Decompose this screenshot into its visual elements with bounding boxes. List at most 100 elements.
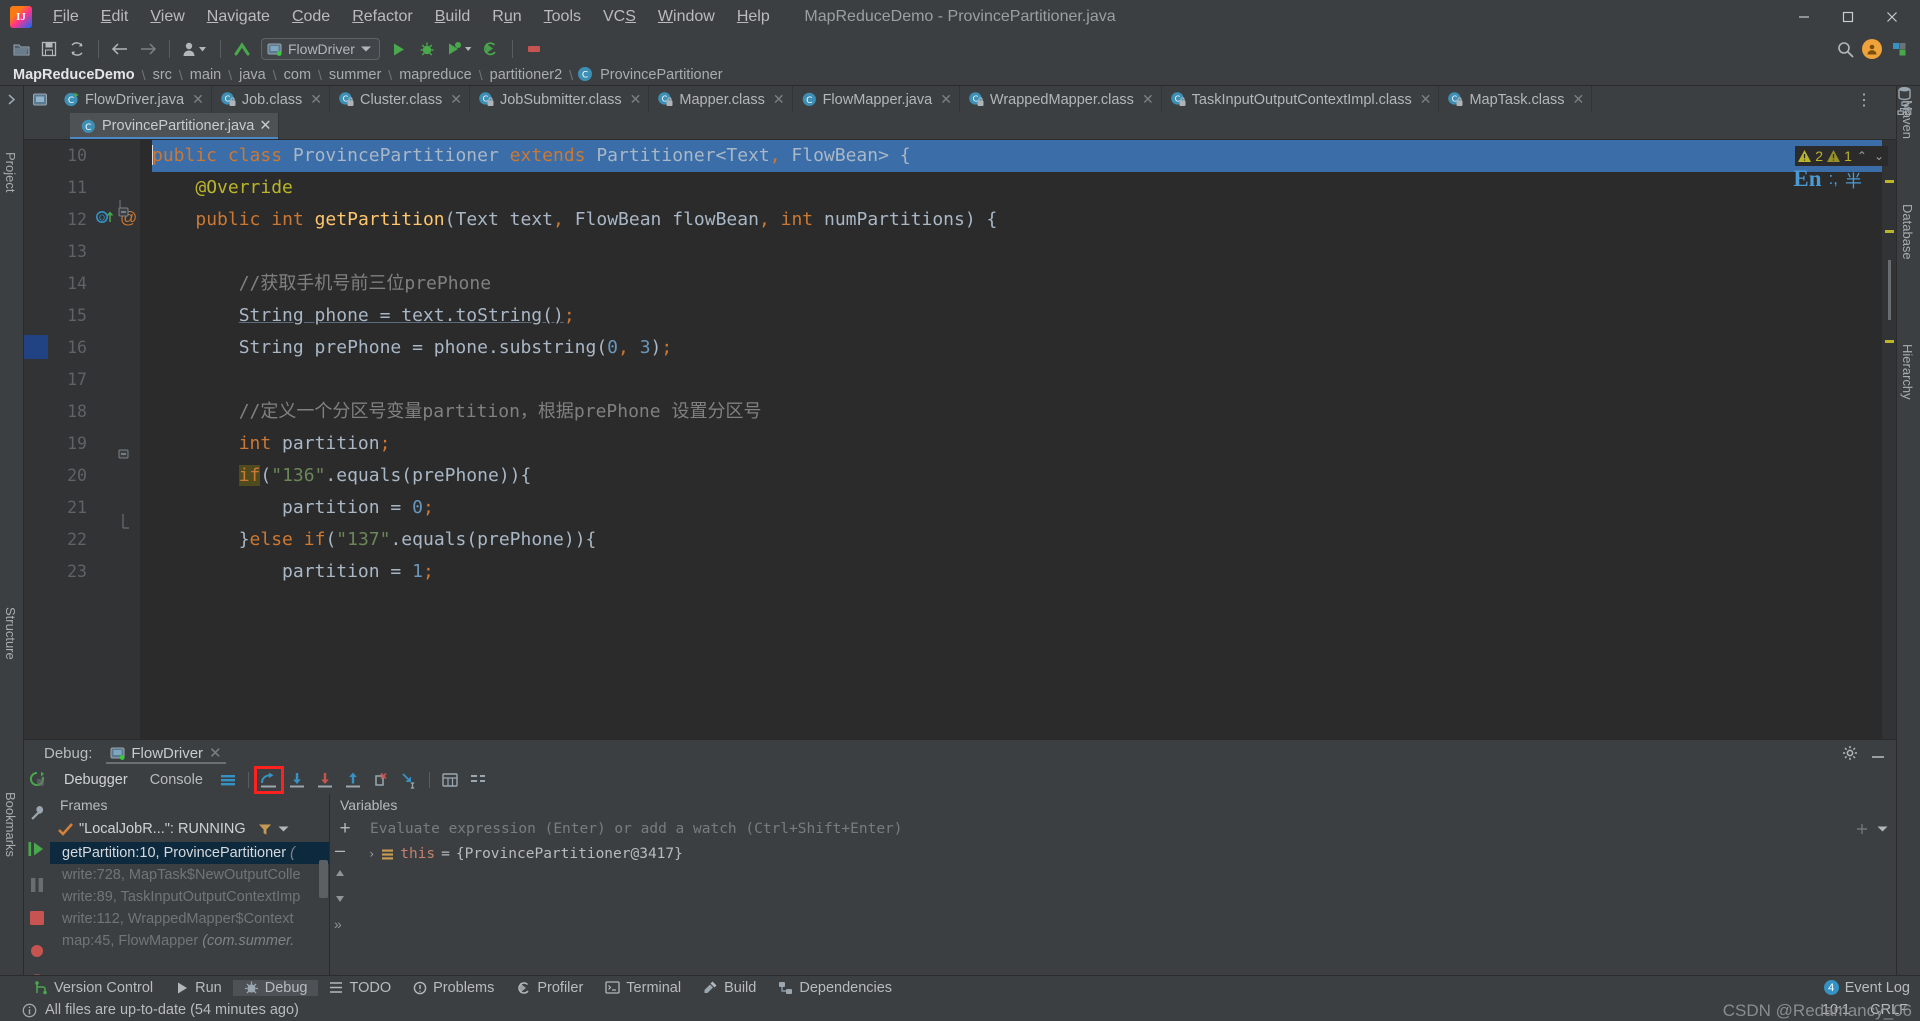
chevron-down-icon[interactable] <box>1877 826 1888 833</box>
debug-button[interactable] <box>414 37 440 61</box>
breadcrumb-item-mapreducedemo[interactable]: MapReduceDemo <box>10 67 138 83</box>
editor-tab[interactable]: C FlowMapper.java ✕ <box>793 86 960 113</box>
code-line[interactable]: int partition; <box>152 428 1882 460</box>
sidebar-item-project[interactable]: Project <box>0 146 22 198</box>
minimize-icon[interactable] <box>1870 745 1886 761</box>
close-icon[interactable]: ✕ <box>940 91 952 108</box>
update-project-icon[interactable] <box>229 37 255 61</box>
step-over-icon[interactable] <box>253 766 284 794</box>
inspection-widget[interactable]: 2 1 ⌃ ⌄ <box>1795 146 1888 166</box>
code-line[interactable]: }else if("137".equals(prePhone)){ <box>152 524 1882 556</box>
stripe-warning-marker[interactable] <box>1885 230 1894 233</box>
close-icon[interactable]: ✕ <box>1420 91 1432 108</box>
menu-item-vcs[interactable]: VCS <box>592 4 647 30</box>
frame-row[interactable]: write:728, MapTask$NewOutputColle <box>50 864 329 886</box>
menu-item-navigate[interactable]: Navigate <box>196 4 281 30</box>
close-button[interactable] <box>1870 2 1914 32</box>
tool-window-button-todo[interactable]: TODO <box>318 980 402 996</box>
code-line[interactable]: String prePhone = phone.substring(0, 3); <box>152 332 1882 364</box>
open-folder-icon[interactable] <box>8 37 34 61</box>
frames-list[interactable]: getPartition:10, ProvincePartitioner (wr… <box>50 842 329 975</box>
show-execution-point-icon[interactable] <box>215 768 241 792</box>
menu-item-window[interactable]: Window <box>647 4 726 30</box>
force-step-into-icon[interactable] <box>312 768 338 792</box>
prev-problem-button[interactable]: ⌃ <box>1855 149 1869 163</box>
sidebar-item-bookmarks[interactable]: Bookmarks <box>0 786 22 863</box>
tool-window-button-run[interactable]: Run <box>164 980 233 996</box>
menu-item-tools[interactable]: Tools <box>533 4 592 30</box>
frame-row[interactable]: map:45, FlowMapper (com.summer. <box>50 930 329 952</box>
code-line[interactable]: String phone = text.toString(); <box>152 300 1882 332</box>
stripe-warning-marker[interactable] <box>1885 180 1894 183</box>
run-to-cursor-icon[interactable] <box>396 768 422 792</box>
code-line[interactable] <box>152 236 1882 268</box>
event-log-button[interactable]: 4 Event Log <box>1823 980 1910 996</box>
code-line[interactable]: public int getPartition(Text text, FlowB… <box>152 204 1882 236</box>
back-arrow-icon[interactable] <box>107 37 133 61</box>
frame-row[interactable]: write:89, TaskInputOutputContextImp <box>50 886 329 908</box>
close-icon[interactable]: ✕ <box>773 91 785 108</box>
fold-region-end-icon[interactable] <box>117 512 133 532</box>
breadcrumb-item-partitioner2[interactable]: partitioner2 <box>487 67 566 83</box>
close-icon[interactable]: ✕ <box>450 91 462 108</box>
tab-console[interactable]: Console <box>140 769 213 791</box>
close-icon[interactable]: ✕ <box>1573 91 1585 108</box>
editor-tab[interactable]: C MapTask.class ✕ <box>1439 86 1593 113</box>
editor-tab[interactable]: C Mapper.class ✕ <box>649 86 793 113</box>
run-button[interactable] <box>386 37 412 61</box>
editor-tab[interactable]: C Job.class ✕ <box>212 86 331 113</box>
user-dropdown-icon[interactable] <box>178 37 212 61</box>
close-icon[interactable]: ✕ <box>259 118 271 134</box>
close-icon[interactable]: ✕ <box>209 744 222 762</box>
code-line[interactable]: @Override <box>152 172 1882 204</box>
editor-tab[interactable]: C FlowDriver.java ✕ <box>55 86 212 113</box>
settings-wrench-icon[interactable] <box>28 804 46 822</box>
filter-icon[interactable] <box>258 823 272 836</box>
implementing-method-icon[interactable]: O <box>96 208 118 226</box>
editor-tab[interactable]: C Cluster.class ✕ <box>330 86 470 113</box>
frames-scrollbar[interactable] <box>317 842 329 975</box>
menu-item-build[interactable]: Build <box>424 4 482 30</box>
menu-item-help[interactable]: Help <box>726 4 781 30</box>
run-configuration-selector[interactable]: FlowDriver <box>261 38 380 60</box>
expand-chevron-icon[interactable]: › <box>368 847 375 861</box>
ime-punctuation-icon[interactable]: :, <box>1829 169 1838 189</box>
tool-window-button-build[interactable]: Build <box>692 980 767 996</box>
sync-icon[interactable] <box>64 37 90 61</box>
code-line[interactable]: if("136".equals(prePhone)){ <box>152 460 1882 492</box>
close-icon[interactable]: ✕ <box>630 91 642 108</box>
sidebar-item-hierarchy[interactable]: Hierarchy <box>1896 338 1919 406</box>
code-text-area[interactable]: public class ProvincePartitioner extends… <box>140 140 1882 739</box>
stop-icon[interactable] <box>28 909 46 927</box>
breadcrumb-item-src[interactable]: src <box>150 67 175 83</box>
menu-item-file[interactable]: File <box>42 4 90 30</box>
code-line[interactable] <box>152 364 1882 396</box>
menu-item-edit[interactable]: Edit <box>90 4 140 30</box>
code-line[interactable]: partition = 0; <box>152 492 1882 524</box>
view-breakpoints-icon[interactable] <box>28 942 46 960</box>
stripe-warning-marker[interactable] <box>1885 340 1894 343</box>
code-line[interactable]: partition = 1; <box>152 556 1882 588</box>
code-editor[interactable]: 10 11 12 13 14 15 16 17 18 19 20 21 22 23 O @ <box>24 140 1896 739</box>
evaluate-expression-row[interactable]: + Evaluate expression (Enter) or add a w… <box>330 816 1896 842</box>
maximize-button[interactable] <box>1826 2 1870 32</box>
menu-item-run[interactable]: Run <box>481 4 532 30</box>
breadcrumb-item-java[interactable]: java <box>236 67 269 83</box>
menu-item-code[interactable]: Code <box>281 4 341 30</box>
breadcrumb-item-main[interactable]: main <box>187 67 224 83</box>
thread-selector[interactable]: "LocalJobR...": RUNNING <box>50 816 329 842</box>
breadcrumb-item-summer[interactable]: summer <box>326 67 384 83</box>
save-icon[interactable] <box>36 37 62 61</box>
frame-row[interactable]: write:112, WrappedMapper$Context <box>50 908 329 930</box>
tool-window-button-profiler[interactable]: Profiler <box>505 980 594 996</box>
breadcrumb-item-provincepartitioner[interactable]: ProvincePartitioner <box>597 67 726 83</box>
drop-frame-icon[interactable] <box>368 768 394 792</box>
sidebar-item-database[interactable]: Database <box>1896 198 1919 266</box>
search-everywhere-icon[interactable] <box>1832 37 1858 61</box>
frame-row[interactable]: getPartition:10, ProvincePartitioner ( <box>50 842 329 864</box>
editor-tab[interactable]: C TaskInputOutputContextImpl.class ✕ <box>1162 86 1440 113</box>
editor-tabs-overflow-button[interactable]: ⋮ <box>1856 90 1872 110</box>
collapse-chevron-icon[interactable] <box>5 92 20 107</box>
close-icon[interactable]: ✕ <box>1142 91 1154 108</box>
close-icon[interactable]: ✕ <box>310 91 322 108</box>
